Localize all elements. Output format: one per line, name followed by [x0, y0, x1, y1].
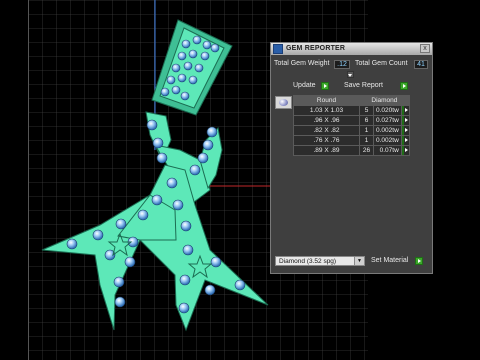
gem-size: .89 X .89 [293, 145, 360, 156]
set-material-button[interactable]: Set Material [371, 256, 423, 266]
table-row[interactable]: 1.03 X 1.03 5 0.020tw [293, 105, 410, 116]
gem-weight: 0.002tw [373, 135, 402, 146]
arrow-right-icon [401, 136, 404, 145]
row-go-button[interactable] [400, 105, 410, 116]
arrow-right-icon [401, 126, 404, 135]
gem-reporter-panel: GEM REPORTER x Total Gem Weight .12 Tota… [270, 42, 433, 274]
row-go-button[interactable] [400, 145, 410, 156]
gem-weight: 0.020tw [373, 105, 402, 116]
update-label: Update [293, 82, 316, 89]
table-row[interactable]: .76 X .76 1 0.002tw [293, 135, 410, 146]
arrow-right-icon [321, 82, 329, 90]
panel-title: GEM REPORTER [286, 45, 346, 52]
row-go-button[interactable] [400, 135, 410, 146]
col-diamond-header: Diamond [359, 95, 410, 106]
total-count-label: Total Gem Count [355, 60, 408, 67]
set-material-label: Set Material [371, 257, 409, 264]
table-row[interactable]: .89 X .89 26 0.07tw [293, 145, 410, 156]
arrow-right-icon [415, 257, 423, 265]
chevron-down-icon: ▼ [354, 257, 364, 265]
gem-count: 26 [359, 145, 374, 156]
save-report-button[interactable]: Save Report [344, 81, 408, 91]
close-icon[interactable]: x [420, 44, 430, 53]
row-go-button[interactable] [400, 125, 410, 136]
gem-weight: 0.07tw [373, 145, 402, 156]
total-weight-label: Total Gem Weight [274, 60, 330, 67]
gem-count: 1 [359, 135, 374, 146]
arrow-right-icon [401, 106, 404, 115]
arrow-right-icon [401, 146, 404, 155]
table-row[interactable]: .96 X .96 6 0.027tw [293, 115, 410, 126]
material-select[interactable]: Diamond (3.52 spg) ▼ [275, 256, 365, 266]
gem-size: .76 X .76 [293, 135, 360, 146]
row-go-button[interactable] [400, 115, 410, 126]
round-gem-icon[interactable] [275, 96, 292, 109]
gem-count: 5 [359, 105, 374, 116]
gem-size: .96 X .96 [293, 115, 360, 126]
table-row[interactable]: .82 X .82 1 0.002tw [293, 125, 410, 136]
arrow-right-icon [401, 116, 404, 125]
gem-size: .82 X .82 [293, 125, 360, 136]
arrow-right-icon [400, 82, 408, 90]
gem-count: 6 [359, 115, 374, 126]
gem-table: Round Diamond 1.03 X 1.03 5 0.020tw .96 … [293, 95, 410, 156]
gem-weight: 0.027tw [373, 115, 402, 126]
update-button[interactable]: Update [293, 81, 329, 91]
gem-count: 1 [359, 125, 374, 136]
save-report-label: Save Report [344, 82, 383, 89]
gem-reporter-icon [273, 44, 283, 54]
total-weight-value: .12 [334, 60, 350, 69]
material-select-value: Diamond (3.52 spg) [279, 258, 337, 265]
gem-weight: 0.002tw [373, 125, 402, 136]
total-count-value: 41 [414, 60, 428, 69]
gem-size: 1.03 X 1.03 [293, 105, 360, 116]
expand-icon[interactable] [347, 71, 354, 78]
panel-titlebar[interactable]: GEM REPORTER x [271, 43, 432, 55]
col-round-header: Round [293, 95, 360, 106]
